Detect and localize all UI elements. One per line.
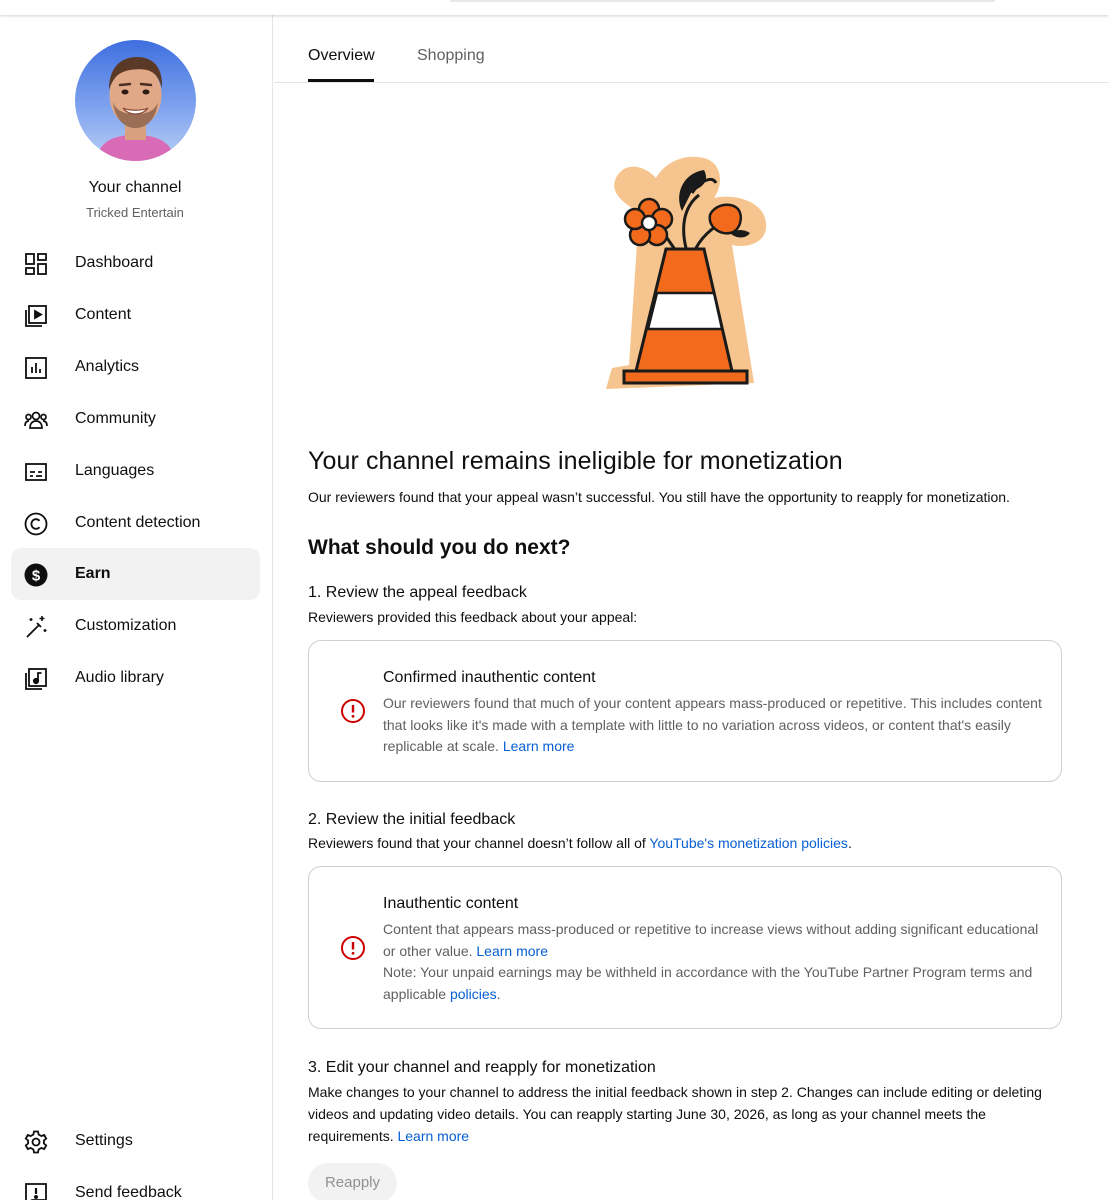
step2-text: Reviewers found that your channel doesn’… (308, 832, 1058, 854)
top-app-bar (0, 0, 1109, 15)
sidebar-item-send-feedback[interactable]: Send feedback (11, 1167, 260, 1200)
sidebar-item-analytics[interactable]: Analytics (11, 341, 260, 393)
sidebar-item-languages[interactable]: Languages (11, 445, 260, 497)
main-content: Overview Shopping Your channel remains i… (274, 15, 1109, 1200)
channel-name: Tricked Entertain (86, 205, 184, 220)
sidebar: Your channel Tricked Entertain Dashboard… (0, 15, 273, 1200)
languages-icon (23, 459, 49, 485)
appeal-feedback-card: Confirmed inauthentic content Our review… (308, 640, 1062, 782)
gear-icon (23, 1129, 49, 1155)
step2-text-end: . (847, 835, 852, 851)
audio-library-icon (23, 666, 49, 692)
card-title: Confirmed inauthentic content (383, 669, 596, 686)
sidebar-item-label: Content detection (75, 514, 201, 531)
step3-text: Make changes to your channel to address … (308, 1081, 1053, 1147)
step1-title: 1. Review the appeal feedback (308, 584, 527, 601)
sidebar-item-label: Send feedback (75, 1184, 182, 1200)
sidebar-item-label: Content (75, 306, 132, 323)
community-icon (23, 407, 49, 433)
sidebar-item-dashboard[interactable]: Dashboard (11, 237, 260, 289)
card-title: Inauthentic content (383, 895, 519, 912)
initial-feedback-card: Inauthentic content Content that appears… (308, 866, 1062, 1029)
avatar[interactable] (75, 40, 196, 161)
sidebar-item-label: Audio library (75, 669, 164, 686)
analytics-icon (23, 355, 49, 381)
sidebar-item-customization[interactable]: Customization (11, 600, 260, 652)
sidebar-item-label: Customization (75, 617, 177, 634)
error-icon (340, 698, 366, 724)
policies-link[interactable]: policies (450, 986, 497, 1002)
feedback-icon (23, 1181, 49, 1200)
monetization-policies-link[interactable]: YouTube's monetization policies (649, 835, 848, 851)
card-body-text: Our reviewers found that much of your co… (383, 695, 1042, 754)
sidebar-item-content-detection[interactable]: Content detection (11, 497, 260, 549)
sidebar-item-label: Analytics (75, 358, 140, 375)
sidebar-item-label: Community (75, 410, 156, 427)
learn-more-link[interactable]: Learn more (476, 943, 548, 959)
card-body: Content that appears mass-produced or re… (383, 919, 1043, 1005)
sidebar-item-label: Earn (75, 565, 111, 582)
sidebar-item-content[interactable]: Content (11, 289, 260, 341)
sidebar-item-earn[interactable]: $ Earn (11, 548, 260, 600)
tab-bar: Overview Shopping (274, 15, 1109, 83)
svg-text:$: $ (32, 568, 41, 585)
status-message: Our reviewers found that your appeal was… (308, 489, 1010, 505)
error-icon (340, 935, 366, 961)
step3-title: 3. Edit your channel and reapply for mon… (308, 1059, 656, 1076)
step2-text-body: Reviewers found that your channel doesn’… (308, 835, 646, 851)
sidebar-item-settings[interactable]: Settings (11, 1115, 260, 1167)
sidebar-item-audio-library[interactable]: Audio library (11, 652, 260, 704)
magic-wand-icon (23, 614, 49, 640)
channel-title: Your channel (88, 179, 182, 196)
traffic-cone-illustration (604, 153, 769, 393)
card-body: Our reviewers found that much of your co… (383, 693, 1043, 758)
dashboard-icon (23, 251, 49, 277)
sidebar-item-label: Dashboard (75, 254, 154, 271)
step1-text: Reviewers provided this feedback about y… (308, 609, 638, 625)
learn-more-link[interactable]: Learn more (503, 738, 575, 754)
copyright-icon (23, 511, 49, 537)
tab-shopping[interactable]: Shopping (417, 47, 485, 65)
dollar-icon: $ (23, 562, 49, 588)
card-note-end: . (496, 985, 501, 1002)
learn-more-link[interactable]: Learn more (397, 1128, 469, 1144)
content-icon (23, 303, 49, 329)
active-tab-indicator (308, 79, 374, 82)
sidebar-item-label: Languages (75, 462, 155, 479)
search-bar-edge (450, 0, 995, 2)
sidebar-item-community[interactable]: Community (11, 393, 260, 445)
step2-title: 2. Review the initial feedback (308, 811, 516, 828)
next-steps-heading: What should you do next? (308, 536, 571, 559)
reapply-button[interactable]: Reapply (308, 1163, 397, 1200)
page-title: Your channel remains ineligible for mone… (308, 447, 843, 475)
sidebar-item-label: Settings (75, 1132, 133, 1149)
tab-overview[interactable]: Overview (308, 47, 375, 65)
